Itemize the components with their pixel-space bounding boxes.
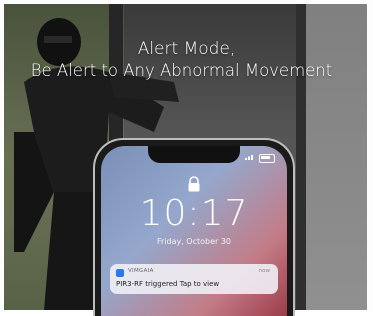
lock-icon [188, 176, 200, 192]
app-icon [116, 269, 124, 277]
headline: Alert Mode, Be Alert to Any Abnormal Mov… [0, 38, 373, 82]
notification-app-name: VIMGAIA [128, 268, 154, 274]
notification-time: now [258, 268, 270, 274]
phone-notch [148, 146, 240, 163]
lockscreen-date: Friday, October 30 [156, 237, 232, 246]
notification-banner[interactable]: VIMGAIA now PIR3-RF triggered Tap to vie… [110, 264, 278, 294]
smartphone-mockup: 10:17 Friday, October 30 VIMGAIA now PIR… [93, 138, 295, 316]
lock-screen: 10:17 Friday, October 30 VIMGAIA now PIR… [101, 146, 287, 316]
signal-icon [245, 155, 253, 160]
notification-message: PIR3-RF triggered Tap to view [116, 280, 220, 288]
headline-line1: Alert Mode, [137, 39, 236, 59]
promo-card: Alert Mode, Be Alert to Any Abnormal Mov… [0, 0, 373, 316]
battery-icon [259, 154, 275, 163]
lockscreen-time: 10:17 [139, 193, 249, 234]
headline-line2: Be Alert to Any Abnormal Movement [30, 61, 333, 80]
